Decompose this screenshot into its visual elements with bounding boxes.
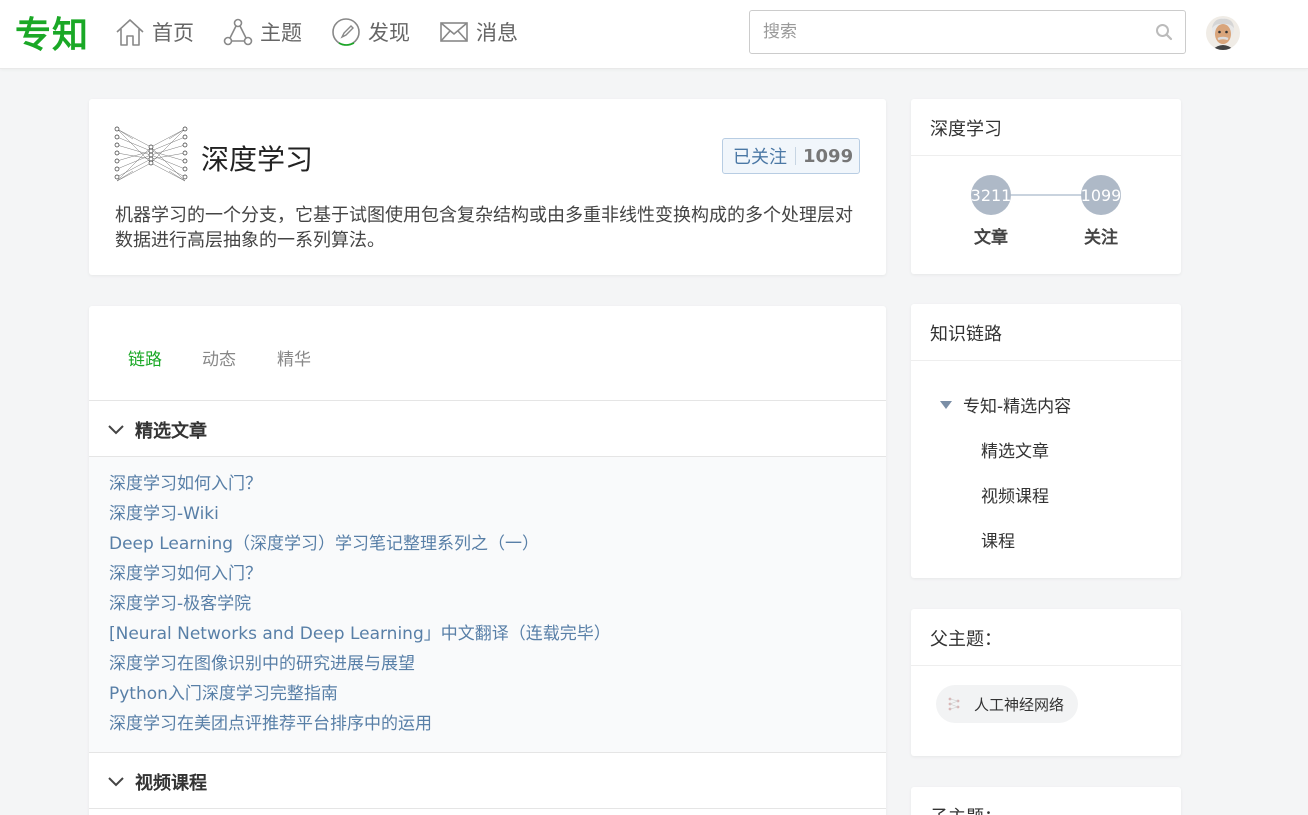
- chain-item[interactable]: 视频课程: [981, 482, 1049, 507]
- article-link[interactable]: 深度学习在美团点评推荐平台排序中的运用: [89, 709, 886, 739]
- chain-root[interactable]: 专知-精选内容: [939, 392, 1071, 417]
- follow-count: 1099: [803, 145, 854, 167]
- topic-stats-card: 深度学习 3211 1099 文章 关注: [911, 99, 1181, 274]
- article-link[interactable]: 深度学习-Wiki: [89, 499, 886, 529]
- search-box: [749, 10, 1186, 54]
- divider: [911, 155, 1181, 156]
- child-title: 子主题：: [930, 803, 1002, 815]
- top-bar: 专知 首页 主题 发现 消息: [0, 0, 1308, 69]
- user-avatar-icon: [1206, 16, 1240, 50]
- article-link[interactable]: Deep Learning（深度学习）学习笔记整理系列之（一）: [89, 529, 886, 559]
- section-video-title: 视频课程: [135, 773, 207, 794]
- main-nav: 首页 主题 发现 消息: [114, 16, 546, 48]
- divider: [911, 665, 1181, 666]
- articles-label: 文章: [974, 228, 1008, 248]
- article-link[interactable]: 深度学习-极客学院: [89, 589, 886, 619]
- chevron-down-icon: [108, 777, 124, 787]
- stats-title: 深度学习: [930, 119, 1002, 140]
- tab-chain[interactable]: 链路: [128, 345, 162, 370]
- nav-messages-label: 消息: [476, 21, 518, 45]
- nav-topic-label: 主题: [260, 21, 302, 45]
- chain-title: 知识链路: [930, 324, 1002, 345]
- nav-discover-label: 发现: [368, 21, 410, 45]
- topic-card: 深度学习 已关注 1099 机器学习的一个分支，它基于试图使用包含复杂结构或由多…: [89, 99, 886, 275]
- parent-title: 父主题：: [930, 629, 1002, 650]
- topic-description: 机器学习的一个分支，它基于试图使用包含复杂结构或由多重非线性变换构成的多个处理层…: [115, 205, 853, 251]
- neural-network-icon: [114, 126, 188, 182]
- section-video-header[interactable]: 视频课程: [89, 753, 886, 809]
- avatar[interactable]: [1206, 16, 1240, 50]
- nav-discover[interactable]: 发现: [330, 16, 410, 48]
- article-link[interactable]: Python入门深度学习完整指南: [89, 679, 886, 709]
- chain-root-label: 专知-精选内容: [963, 397, 1072, 417]
- triangle-down-icon: [940, 400, 952, 409]
- articles-count[interactable]: 3211: [971, 175, 1011, 215]
- parent-topic-card: 父主题： 人工神经网络: [911, 609, 1181, 756]
- child-topic-card: 子主题：: [911, 787, 1181, 815]
- follow-button[interactable]: 已关注 1099: [722, 138, 860, 174]
- followers-count[interactable]: 1099: [1081, 175, 1121, 215]
- nav-messages[interactable]: 消息: [438, 16, 518, 48]
- parent-topic-label: 人工神经网络: [974, 695, 1065, 714]
- knowledge-chain-card: 知识链路 专知-精选内容 精选文章 视频课程 课程: [911, 304, 1181, 578]
- topic-icon: [223, 18, 253, 46]
- parent-topic-chip[interactable]: 人工神经网络: [936, 685, 1079, 723]
- nav-home-label: 首页: [152, 21, 194, 45]
- follow-label: 已关注: [733, 147, 787, 168]
- article-link[interactable]: 深度学习在图像识别中的研究进展与展望: [89, 649, 886, 679]
- divider: [911, 360, 1181, 361]
- content-card: 链路 动态 精华 精选文章 深度学习如何入门？ 深度学习-Wiki Deep L…: [89, 306, 886, 815]
- tab-activity[interactable]: 动态: [202, 345, 236, 370]
- content-tabs: 链路 动态 精华: [89, 306, 886, 401]
- search-input[interactable]: [750, 11, 1145, 53]
- mail-icon: [440, 22, 468, 42]
- article-link[interactable]: [Neural Networks and Deep Learning」中文翻译（…: [89, 619, 886, 649]
- chevron-down-icon: [108, 425, 124, 435]
- section-featured-title: 精选文章: [135, 421, 207, 442]
- article-link[interactable]: 深度学习如何入门？: [89, 469, 886, 499]
- logo[interactable]: 专知: [15, 6, 89, 58]
- article-link[interactable]: 深度学习如何入门？: [89, 559, 886, 589]
- topic-title: 深度学习: [201, 143, 314, 176]
- neural-network-icon: [948, 697, 960, 711]
- chain-item[interactable]: 精选文章: [981, 437, 1049, 462]
- compass-icon: [332, 18, 360, 46]
- nav-topic[interactable]: 主题: [222, 16, 302, 48]
- featured-article-list: 深度学习如何入门？ 深度学习-Wiki Deep Learning（深度学习）学…: [89, 457, 886, 753]
- followers-label: 关注: [1084, 228, 1118, 248]
- home-icon: [116, 19, 144, 46]
- nav-home[interactable]: 首页: [114, 16, 194, 48]
- search-icon[interactable]: [1155, 23, 1173, 41]
- chain-item[interactable]: 课程: [981, 527, 1015, 552]
- section-featured-header[interactable]: 精选文章: [89, 401, 886, 457]
- tab-highlights[interactable]: 精华: [277, 345, 311, 370]
